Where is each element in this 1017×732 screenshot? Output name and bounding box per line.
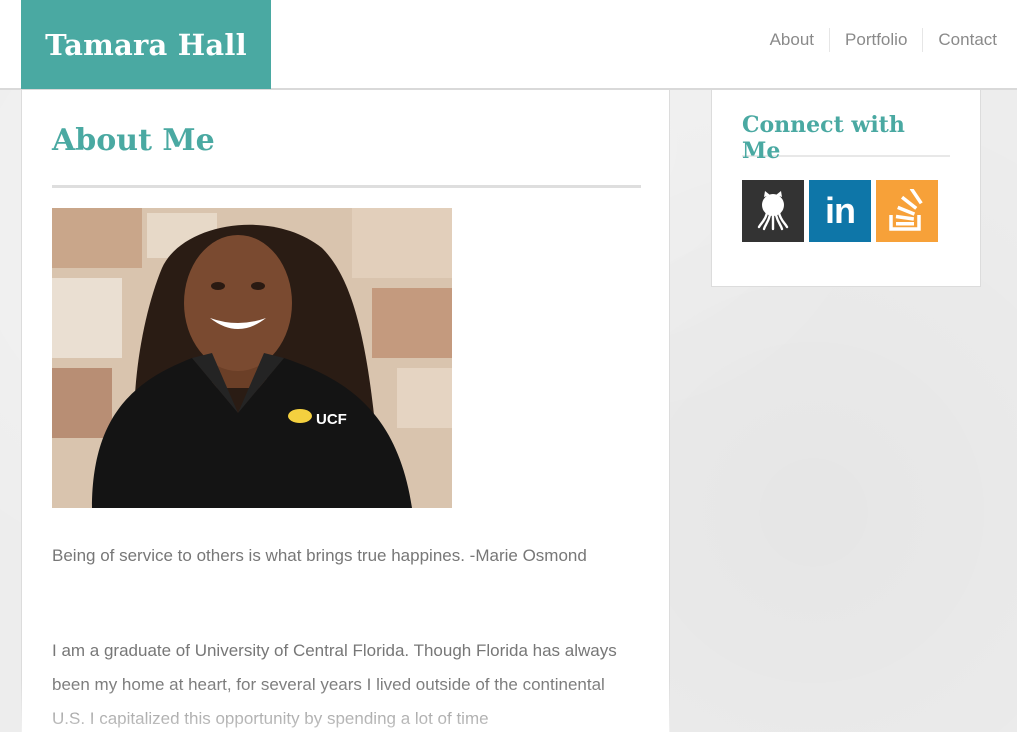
quote-text: Being of service to others is what bring… <box>52 546 587 565</box>
profile-photo: UCF <box>52 208 452 508</box>
nav-contact[interactable]: Contact <box>922 28 997 52</box>
linkedin-button[interactable]: in <box>809 180 871 242</box>
page-title: About Me <box>52 123 215 158</box>
github-icon <box>757 191 789 231</box>
site-title[interactable]: Tamara Hall <box>45 28 247 62</box>
connect-title: Connect with Me <box>742 112 905 164</box>
shirt-logo-text: UCF <box>316 411 347 428</box>
nav-about[interactable]: About <box>755 28 829 52</box>
site-header: Tamara Hall About Portfolio Contact <box>0 0 1017 90</box>
social-links: in <box>742 180 950 242</box>
brand-block[interactable]: Tamara Hall <box>21 0 271 89</box>
stackoverflow-button[interactable] <box>876 180 938 242</box>
main-nav: About Portfolio Contact <box>755 28 997 52</box>
title-divider <box>52 185 641 188</box>
bio-text: I am a graduate of University of Central… <box>52 641 617 728</box>
connect-widget: Connect with Me in <box>711 90 981 287</box>
github-button[interactable] <box>742 180 804 242</box>
about-section: About Me UCF Being of service to others … <box>21 90 670 732</box>
nav-portfolio[interactable]: Portfolio <box>829 28 922 52</box>
linkedin-icon: in <box>825 190 856 231</box>
stackoverflow-icon <box>889 189 923 231</box>
